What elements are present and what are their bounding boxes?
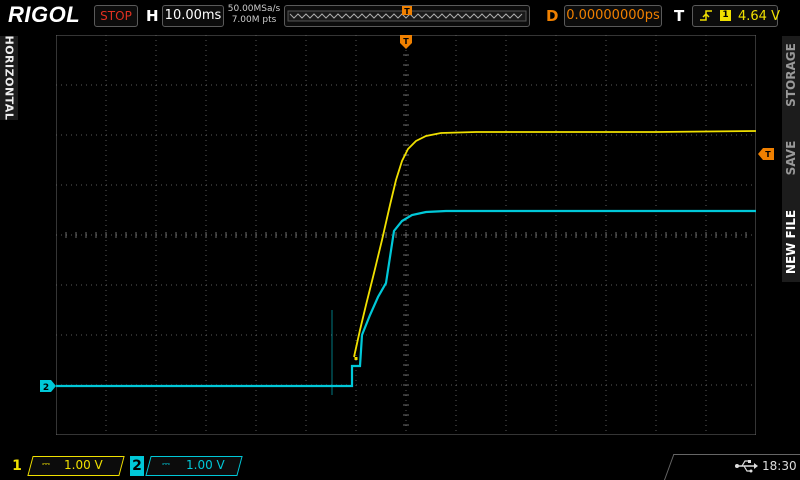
- rigol-logo: RIGOL: [8, 2, 81, 27]
- channel-1-dc-coupling-icon: ⎓: [42, 459, 50, 470]
- channel-2-scale: 1.00 V: [186, 458, 225, 472]
- menu-tab-save[interactable]: SAVE: [783, 121, 799, 195]
- svg-text:T: T: [403, 37, 409, 46]
- channel-2-offset-marker[interactable]: 2: [40, 380, 56, 392]
- trigger-level-marker[interactable]: T: [758, 148, 774, 160]
- delay-label: D: [546, 7, 559, 25]
- rising-edge-icon: [700, 10, 712, 21]
- channel-1-number[interactable]: 1: [10, 456, 24, 476]
- menu-tab-storage[interactable]: STORAGE: [783, 38, 799, 112]
- waveform-display[interactable]: [56, 35, 756, 435]
- sample-rate: 50.00MSa/s: [227, 4, 281, 14]
- right-menu-panel: STORAGE SAVE NEW FILE: [782, 36, 800, 282]
- horizontal-tab-label: HORIZONTAL: [2, 35, 16, 121]
- trigger-time-marker[interactable]: T: [400, 35, 412, 53]
- trigger-position-marker[interactable]: T: [402, 6, 412, 16]
- svg-text:2: 2: [43, 383, 49, 392]
- channel-2-dc-coupling-icon: ⎓: [162, 459, 170, 470]
- horizontal-label: H: [146, 7, 159, 25]
- usb-icon: [735, 460, 758, 473]
- memory-waveform-overview: T: [287, 6, 527, 22]
- memory-window[interactable]: T: [284, 5, 530, 27]
- memory-depth: 7.00M pts: [231, 15, 277, 25]
- channel-1-scale: 1.00 V: [64, 458, 103, 472]
- channel-2-number[interactable]: 2: [130, 456, 144, 476]
- trigger-level-value: 4.64 V: [738, 9, 780, 24]
- acquisition-info: 50.00MSa/s 7.00M pts: [226, 4, 282, 26]
- svg-text:T: T: [404, 7, 410, 16]
- trigger-source-badge: 1: [720, 10, 731, 21]
- menu-tab-new-file[interactable]: NEW FILE: [783, 205, 799, 279]
- trigger-label: T: [674, 7, 685, 25]
- system-clock: 18:30: [762, 459, 797, 473]
- svg-text:T: T: [765, 150, 771, 159]
- timebase-value[interactable]: 10.00ms: [162, 5, 224, 27]
- run-stop-indicator[interactable]: STOP: [94, 5, 138, 27]
- horizontal-tab[interactable]: HORIZONTAL: [0, 36, 18, 120]
- delay-value[interactable]: 0.00000000ps: [564, 5, 662, 27]
